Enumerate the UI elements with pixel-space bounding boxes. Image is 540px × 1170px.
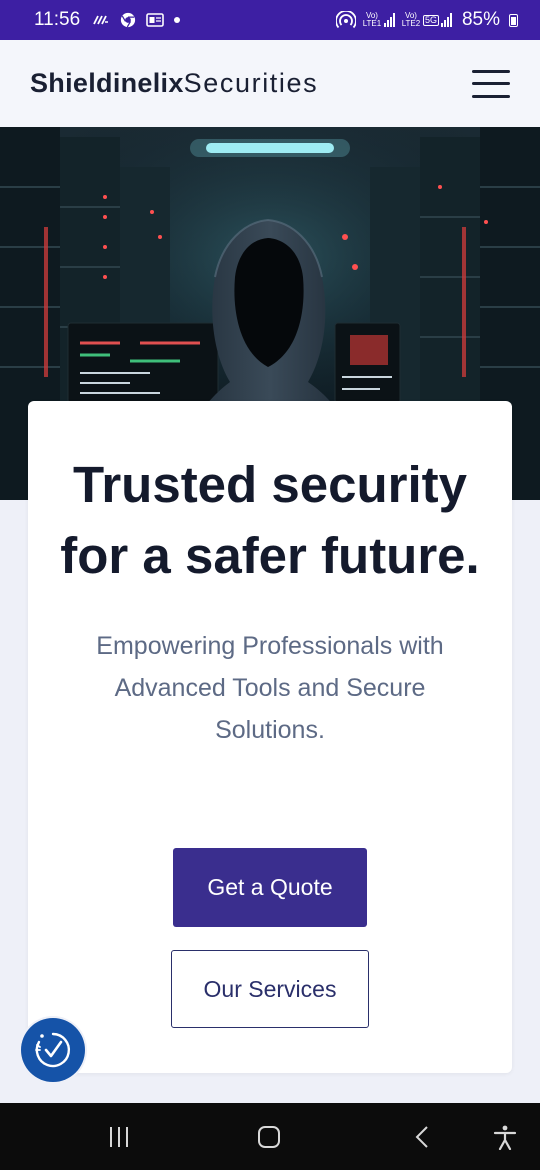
back-icon[interactable] bbox=[400, 1103, 446, 1170]
accessibility-icon[interactable] bbox=[482, 1103, 528, 1170]
our-services-button[interactable]: Our Services bbox=[171, 950, 369, 1028]
get-a-quote-button[interactable]: Get a Quote bbox=[173, 848, 367, 927]
sim2-label: Vo) LTE2 bbox=[401, 11, 421, 28]
hotspot-icon bbox=[335, 11, 356, 29]
volte2-5g-signal-icon: Vo) LTE2 5G bbox=[401, 12, 452, 28]
system-navigation-bar bbox=[0, 1103, 540, 1170]
status-right-icons: Vo) LTE1 Vo) LTE2 5G 85% bbox=[335, 9, 518, 31]
battery-percent: 85% bbox=[461, 9, 500, 30]
wifi-calling-icon bbox=[93, 15, 109, 25]
accessibility-widget-button[interactable] bbox=[21, 1018, 85, 1082]
accessibility-check-icon bbox=[35, 1032, 71, 1068]
recent-apps-icon[interactable] bbox=[96, 1103, 142, 1170]
chrome-icon bbox=[121, 12, 136, 28]
brand-name-light: Securities bbox=[183, 68, 319, 98]
network-type-label: 5G bbox=[422, 14, 439, 26]
status-left-icons bbox=[92, 12, 181, 28]
hero-subheadline: Empowering Professionals with Advanced T… bbox=[96, 632, 444, 744]
status-bar: 11:56 Vo) LTE1 Vo) LTE2 5G 85% bbox=[0, 0, 540, 40]
sim1-label: Vo) LTE1 bbox=[362, 11, 382, 28]
status-time: 11:56 bbox=[34, 9, 81, 30]
news-icon bbox=[146, 13, 164, 27]
volte1-signal-icon: Vo) LTE1 bbox=[362, 12, 395, 28]
dot-icon bbox=[174, 17, 181, 23]
battery-icon bbox=[509, 13, 518, 27]
brand-logo[interactable]: ShieldinelixSecurities bbox=[30, 68, 318, 99]
hero-headline: Trusted security for a safer future. bbox=[60, 456, 480, 584]
brand-name-bold: Shieldinelix bbox=[30, 68, 184, 98]
hamburger-menu-icon[interactable] bbox=[472, 69, 510, 98]
hero-card: Trusted security for a safer future. Emp… bbox=[28, 401, 512, 1073]
site-header: ShieldinelixSecurities bbox=[0, 40, 540, 127]
home-icon[interactable] bbox=[246, 1103, 292, 1170]
